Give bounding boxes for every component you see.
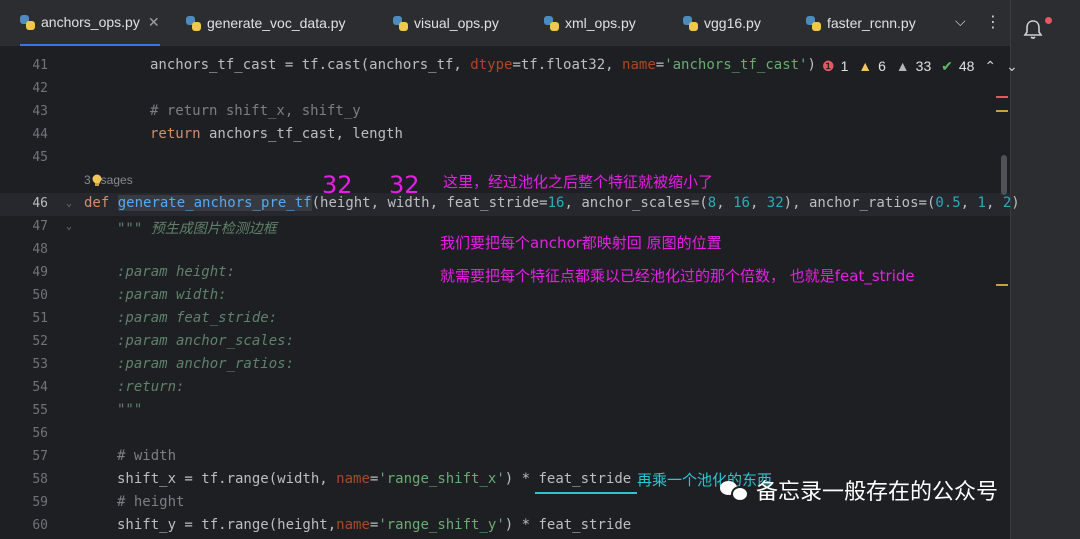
code-line-49: :param height: <box>117 264 236 280</box>
typo-check-icon: ✔ <box>941 58 953 74</box>
wechat-logo-icon <box>720 479 750 502</box>
annotation-width-dim: 32 <box>389 171 420 199</box>
fold-chevron-icon[interactable]: ⌄ <box>66 198 72 209</box>
weak-warning-count: 33 <box>915 58 932 74</box>
line-number: 57 <box>32 449 48 464</box>
python-file-icon <box>393 15 408 31</box>
chevron-down-icon[interactable]: ⌵ <box>955 14 966 30</box>
fold-chevron-icon[interactable]: ⌄ <box>66 221 72 232</box>
error-icon: ❶ <box>822 58 835 74</box>
line-number: 44 <box>32 127 48 142</box>
code-line-41: anchors_tf_cast = tf.cast(anchors_tf, dt… <box>150 57 816 73</box>
python-file-icon <box>544 15 559 31</box>
code-line-60: shift_y = tf.range(height,name='range_sh… <box>117 517 632 533</box>
tab-anchors-ops[interactable]: anchors_ops.py ✕ <box>20 0 160 46</box>
tab-label: generate_voc_data.py <box>207 15 346 31</box>
error-count: 1 <box>840 58 849 74</box>
line-number: 58 <box>32 472 48 487</box>
line-number: 59 <box>32 495 48 510</box>
python-file-icon <box>186 15 201 31</box>
code-line-58: shift_x = tf.range(width, name='range_sh… <box>117 471 632 487</box>
right-tool-strip <box>1010 0 1080 539</box>
line-number: 47 <box>32 219 48 234</box>
python-file-icon <box>20 14 35 30</box>
next-highlight-icon[interactable]: ⌄ <box>1006 58 1018 74</box>
tab-faster-rcnn[interactable]: faster_rcnn.py <box>806 0 916 46</box>
tab-label: vgg16.py <box>704 15 761 31</box>
annotation-pooling-note: 这里，经过池化之后整个特征就被缩小了 <box>443 173 714 191</box>
tab-xml-ops[interactable]: xml_ops.py <box>544 0 636 46</box>
line-number: 42 <box>32 81 48 96</box>
code-line-54: :return: <box>117 379 185 395</box>
annotation-stride-note: 就需要把每个特征点都乘以已经池化过的那个倍数， 也就是feat_stride <box>440 267 915 285</box>
tab-label: anchors_ops.py <box>41 14 140 30</box>
code-line-51: :param feat_stride: <box>117 310 278 326</box>
code-line-50: :param width: <box>117 287 227 303</box>
line-number: 50 <box>32 288 48 303</box>
wechat-watermark: 备忘录一般存在的公众号 <box>720 474 998 506</box>
tab-label: xml_ops.py <box>565 15 636 31</box>
line-number: 60 <box>32 518 48 533</box>
notification-badge <box>1045 17 1052 24</box>
code-line-52: :param anchor_scales: <box>117 333 295 349</box>
line-number: 45 <box>32 150 48 165</box>
watermark-text: 备忘录一般存在的公众号 <box>756 480 999 505</box>
line-number: 52 <box>32 334 48 349</box>
line-number: 43 <box>32 104 48 119</box>
code-line-46: def generate_anchors_pre_tf(height, widt… <box>84 195 1020 211</box>
error-stripe-marker[interactable] <box>996 96 1008 98</box>
code-line-43: # return shift_x, shift_y <box>150 103 361 119</box>
tab-label: visual_ops.py <box>414 15 499 31</box>
line-number: 46 <box>32 196 48 211</box>
line-number: 49 <box>32 265 48 280</box>
weak-warning-icon: ▲ <box>895 58 910 74</box>
warning-count: 6 <box>878 58 886 74</box>
annotation-mapping-note: 我们要把每个anchor都映射回 原图的位置 <box>440 234 722 252</box>
line-number: 41 <box>32 58 48 73</box>
warning-stripe-marker[interactable] <box>996 284 1008 286</box>
more-options-icon[interactable]: ⋮ <box>985 12 1001 31</box>
vertical-scrollbar[interactable] <box>1001 155 1007 195</box>
warning-icon: ▲ <box>858 58 873 74</box>
typo-count: 48 <box>958 58 975 74</box>
python-file-icon <box>806 15 821 31</box>
code-line-55: """ <box>117 402 143 418</box>
code-line-44: return anchors_tf_cast, length <box>150 126 403 142</box>
python-file-icon <box>683 15 698 31</box>
line-number: 51 <box>32 311 48 326</box>
line-number: 53 <box>32 357 48 372</box>
annotation-height-dim: 32 <box>322 171 353 199</box>
editor-tab-bar: anchors_ops.py ✕ generate_voc_data.py vi… <box>0 0 1010 47</box>
inspection-widget[interactable]: ❶1 ▲ 6 ▲ 33 ✔ 48 ⌃ ⌄ <box>822 58 1024 75</box>
warning-stripe-marker[interactable] <box>996 110 1008 112</box>
code-editor[interactable]: 41 42 43 44 45 46 47 48 49 50 51 52 53 5… <box>0 47 1020 539</box>
close-icon[interactable]: ✕ <box>148 14 160 31</box>
line-number: 56 <box>32 426 48 441</box>
code-line-57: # width <box>117 448 177 464</box>
code-line-59: # height <box>117 494 185 510</box>
previous-highlight-icon[interactable]: ⌃ <box>984 58 996 74</box>
tab-visual-ops[interactable]: visual_ops.py <box>393 0 499 46</box>
notifications-bell-icon[interactable] <box>1022 18 1044 40</box>
line-number: 55 <box>32 403 48 418</box>
tab-generate-voc-data[interactable]: generate_voc_data.py <box>186 0 346 46</box>
annotation-underline <box>535 492 637 494</box>
code-line-53: :param anchor_ratios: <box>117 356 295 372</box>
tab-label: faster_rcnn.py <box>827 15 916 31</box>
line-number: 48 <box>32 242 48 257</box>
code-line-47: """ 预生成图片检测边框 <box>117 221 277 237</box>
lightbulb-icon[interactable] <box>92 174 102 187</box>
line-number: 54 <box>32 380 48 395</box>
tab-vgg16[interactable]: vgg16.py <box>683 0 761 46</box>
